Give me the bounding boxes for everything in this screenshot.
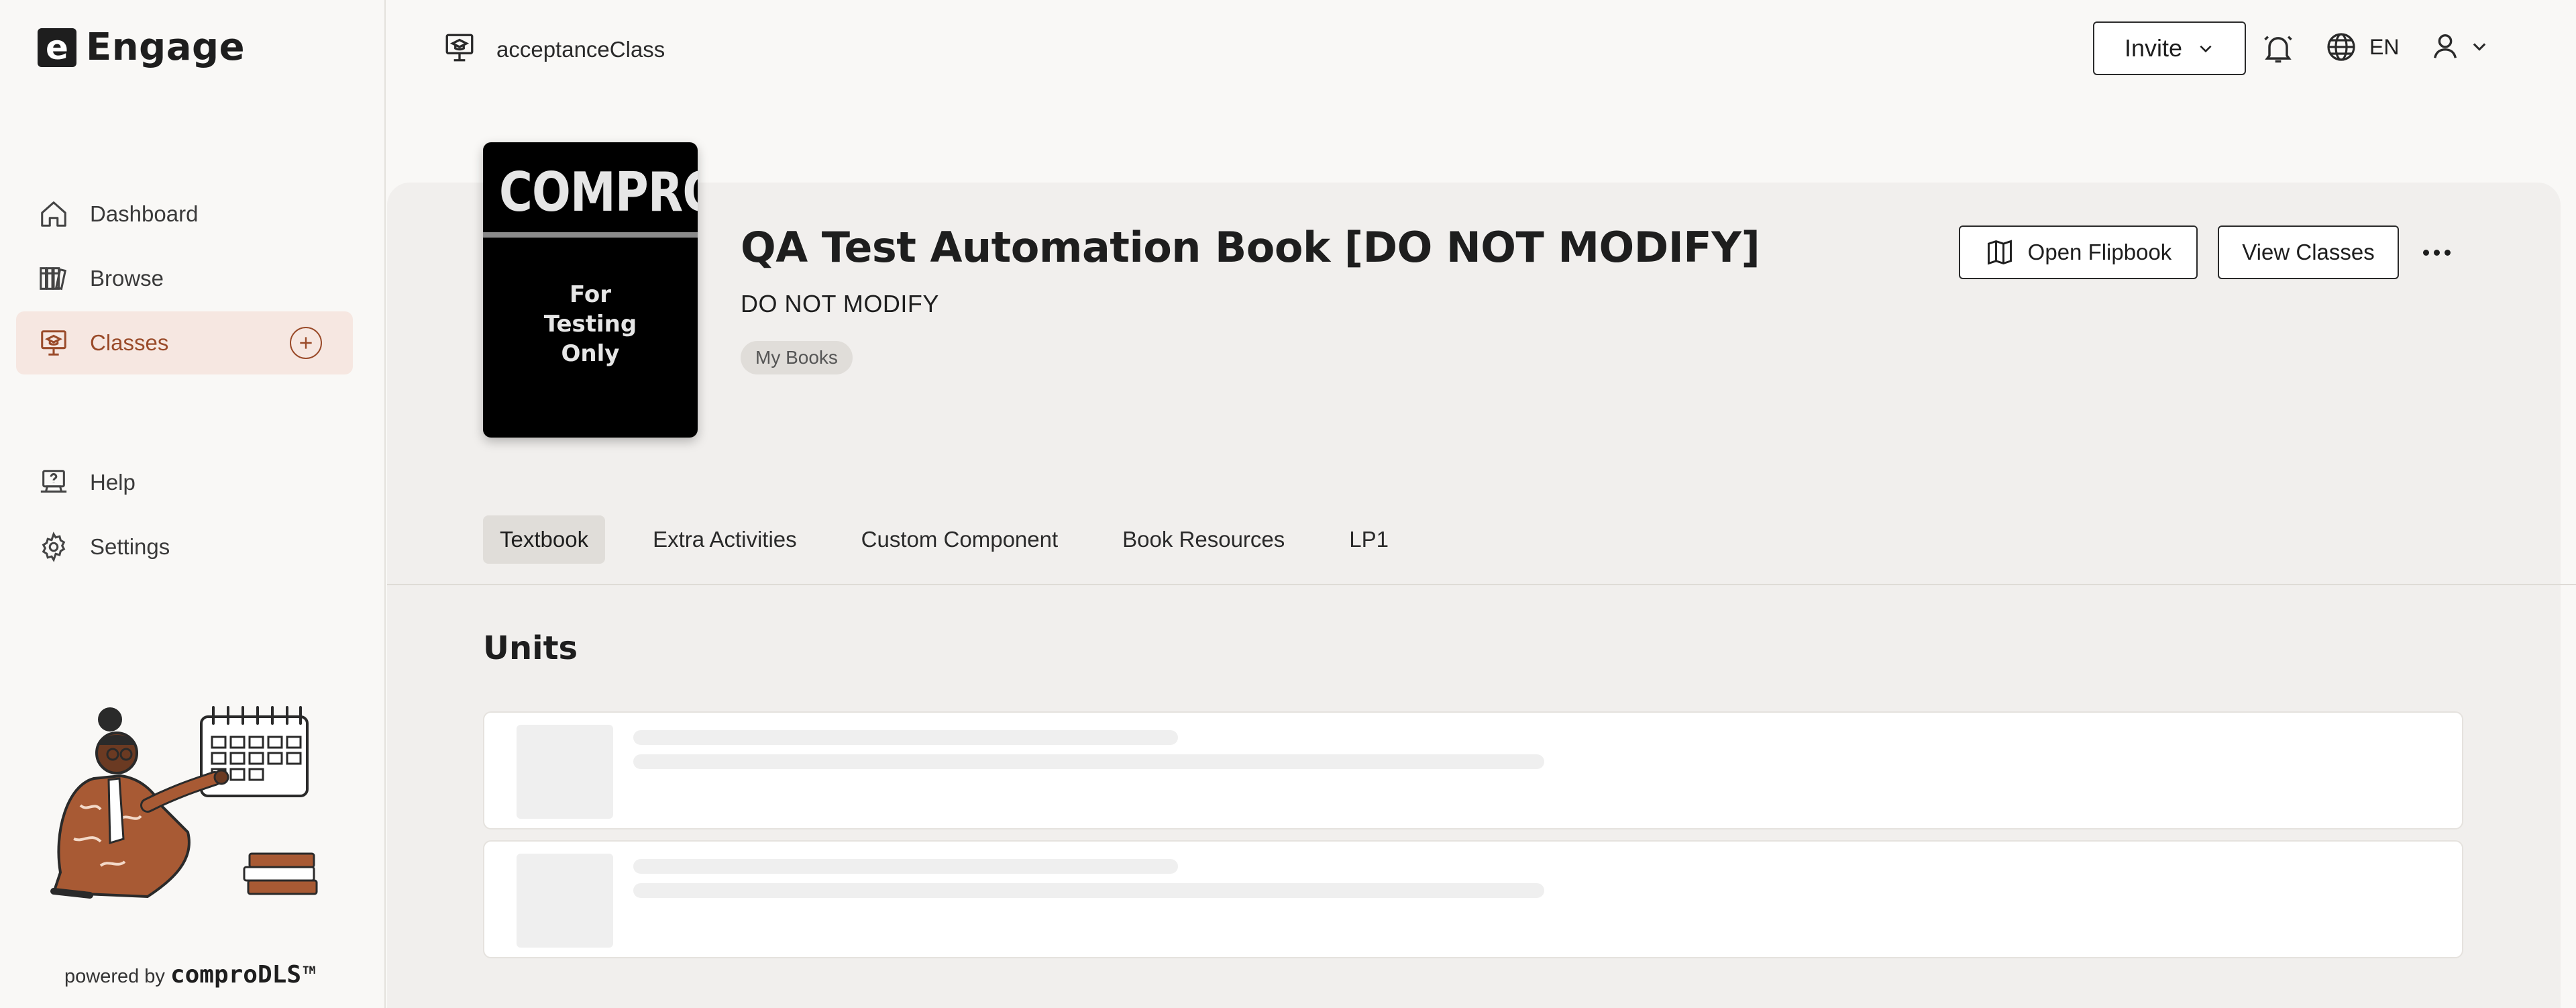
- more-dot-icon: [2422, 249, 2429, 256]
- brand-name: comproDLS: [170, 961, 302, 989]
- book-title: QA Test Automation Book [DO NOT MODIFY]: [741, 223, 1760, 272]
- unit-skeleton-card: [483, 711, 2463, 829]
- sidebar-item-label: Classes: [90, 330, 169, 355]
- app-logo[interactable]: e Engage: [38, 26, 245, 69]
- home-icon: [36, 197, 71, 232]
- view-classes-button[interactable]: View Classes: [2218, 225, 2399, 279]
- skeleton-line: [633, 883, 1544, 898]
- more-dot-icon: [2433, 249, 2440, 256]
- sidebar-item-label: Help: [90, 470, 136, 495]
- profile-menu[interactable]: [2430, 31, 2489, 62]
- plus-icon: [300, 337, 312, 349]
- sidebar-item-label: Settings: [90, 534, 170, 559]
- book-open-icon: [1987, 240, 2012, 265]
- class-name: acceptanceClass: [496, 36, 665, 62]
- help-icon: [36, 465, 71, 500]
- skeleton-line: [633, 754, 1544, 769]
- skeleton-thumbnail: [517, 854, 613, 948]
- library-icon: [36, 261, 71, 296]
- tab-lp1[interactable]: LP1: [1332, 515, 1405, 564]
- gear-icon: [36, 530, 71, 564]
- tab-extra-activities[interactable]: Extra Activities: [636, 515, 814, 564]
- logo-mark-icon: e: [38, 28, 76, 67]
- app-name: Engage: [86, 26, 246, 69]
- current-class[interactable]: acceptanceClass: [443, 31, 665, 68]
- add-class-button[interactable]: [290, 327, 322, 359]
- sidebar-item-dashboard[interactable]: Dashboard: [16, 183, 353, 246]
- classroom-icon: [36, 325, 71, 360]
- chevron-down-icon: [2200, 45, 2212, 53]
- powered-by: powered by comproDLS TM: [64, 961, 315, 989]
- more-options-button[interactable]: [2418, 239, 2455, 266]
- tab-book-resources[interactable]: Book Resources: [1106, 515, 1301, 564]
- globe-icon: [2327, 33, 2355, 61]
- book-cover[interactable]: COMPRO For Testing Only: [483, 142, 698, 438]
- book-tabs: Textbook Extra Activities Custom Compone…: [483, 515, 1436, 564]
- user-icon: [2433, 34, 2457, 58]
- sidebar: e Engage Dashboard Browse Classes Help S…: [0, 0, 386, 1008]
- chevron-down-icon: [2473, 43, 2486, 51]
- sidebar-item-classes[interactable]: Classes: [16, 311, 353, 374]
- bell-icon: [2264, 36, 2292, 63]
- sidebar-item-settings[interactable]: Settings: [16, 515, 353, 578]
- unit-skeleton-card: [483, 840, 2463, 958]
- language-selector[interactable]: EN: [2325, 31, 2399, 63]
- cover-subtitle: For Testing Only: [543, 281, 637, 367]
- comprodls-brand: comproDLS TM: [170, 961, 315, 989]
- notifications-button[interactable]: [2261, 31, 2296, 66]
- sidebar-item-label: Browse: [90, 266, 164, 291]
- skeleton-line: [633, 730, 1178, 745]
- book-tag: My Books: [741, 341, 853, 374]
- tab-custom-component[interactable]: Custom Component: [845, 515, 1075, 564]
- book-subtitle: DO NOT MODIFY: [741, 290, 939, 317]
- invite-button[interactable]: Invite: [2093, 21, 2246, 75]
- trademark: TM: [303, 964, 316, 976]
- open-flipbook-label: Open Flipbook: [2027, 240, 2172, 264]
- teacher-illustration: [50, 706, 318, 899]
- cover-divider: [483, 232, 698, 238]
- skeleton-line: [633, 859, 1178, 874]
- skeleton-thumbnail: [517, 725, 613, 819]
- powered-by-label: powered by: [64, 966, 165, 987]
- sidebar-item-label: Dashboard: [90, 201, 199, 226]
- classroom-icon: [443, 31, 476, 68]
- sidebar-item-help[interactable]: Help: [16, 451, 353, 514]
- view-classes-label: View Classes: [2242, 240, 2375, 264]
- cover-title: COMPRO: [499, 161, 698, 223]
- more-dot-icon: [2444, 249, 2451, 256]
- tab-textbook[interactable]: Textbook: [483, 515, 606, 564]
- sidebar-item-browse[interactable]: Browse: [16, 247, 353, 310]
- language-code: EN: [2369, 34, 2400, 59]
- units-heading: Units: [483, 629, 578, 667]
- invite-label: Invite: [2124, 34, 2183, 62]
- open-flipbook-button[interactable]: Open Flipbook: [1959, 225, 2198, 279]
- tabs-divider: [387, 584, 2576, 585]
